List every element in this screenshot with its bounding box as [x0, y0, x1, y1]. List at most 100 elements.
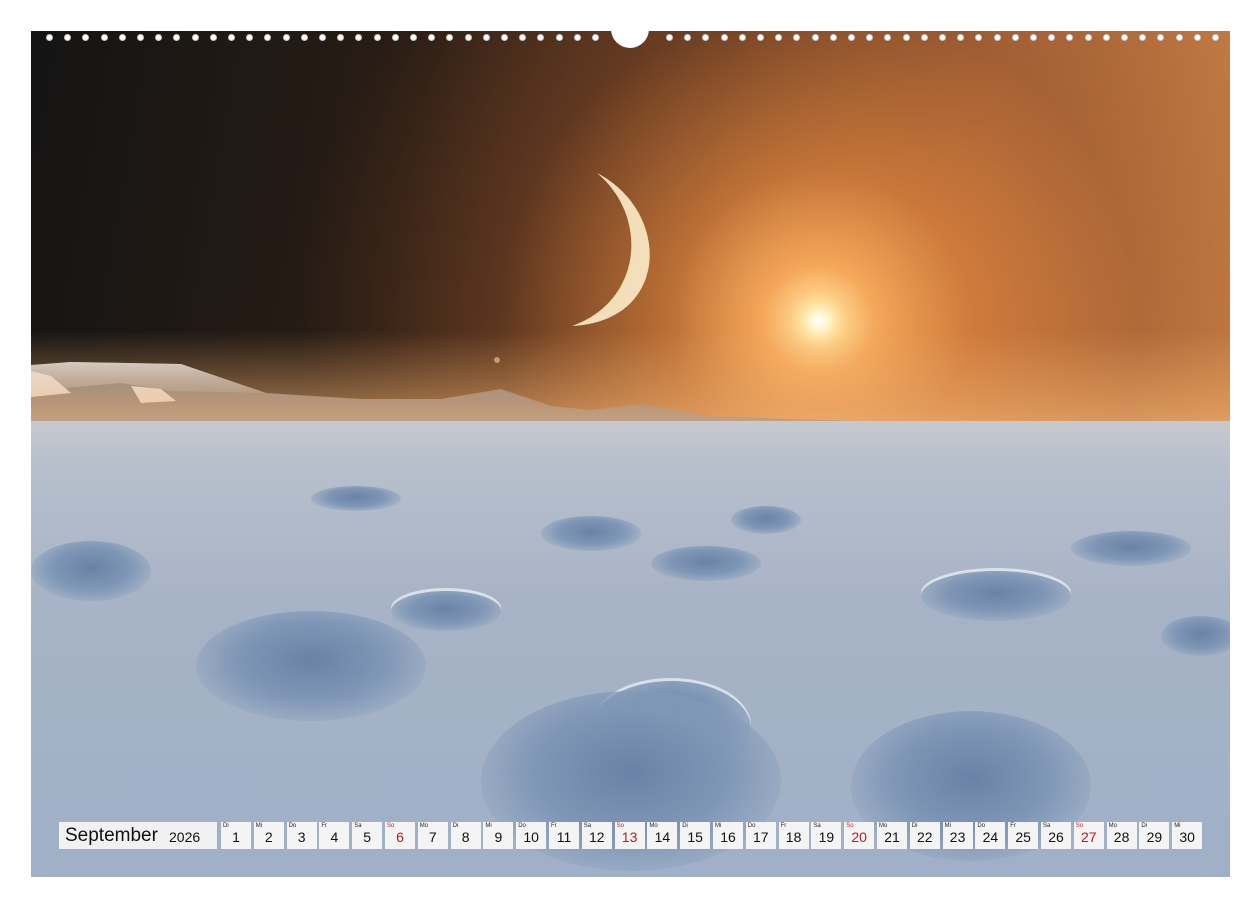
day-cell: Mi 16 — [713, 822, 743, 849]
day-cell: Do 3 — [286, 822, 317, 849]
binding-hole-icon — [1102, 34, 1110, 41]
binding-hole-icon — [1048, 34, 1056, 41]
day-cell: Mi 30 — [1172, 822, 1203, 849]
binding-hole-icon — [501, 34, 508, 41]
day-cell: Mi 2 — [253, 822, 284, 849]
day-cell: So 13 — [614, 822, 645, 849]
day-number: 1 — [232, 829, 240, 845]
binding-hole-icon — [446, 34, 454, 41]
day-number: 30 — [1179, 829, 1195, 845]
day-cell: Sa 26 — [1041, 822, 1071, 849]
binding-hole-icon — [866, 34, 874, 41]
day-cell: Sa 12 — [581, 822, 612, 849]
day-number: 11 — [556, 829, 572, 845]
day-cell: Di 15 — [680, 822, 711, 849]
binding-hole-icon — [191, 34, 199, 41]
day-cell: Do 24 — [975, 822, 1006, 849]
binding-hole-icon — [209, 34, 217, 41]
day-number: 21 — [884, 829, 900, 845]
day-cell: Fr 25 — [1008, 822, 1039, 849]
binding-hole-icon — [592, 34, 599, 41]
binding-hole-icon — [993, 34, 1001, 41]
binding-hole-icon — [391, 34, 399, 41]
binding-hole-icon — [64, 34, 72, 41]
binding-hole-icon — [246, 34, 254, 41]
binding-hole-icon — [1157, 34, 1165, 41]
day-number: 22 — [917, 829, 933, 845]
binding-hole-icon — [666, 34, 673, 41]
binding-hole-icon — [373, 34, 381, 41]
binding-hole-icon — [82, 34, 90, 41]
day-cell: Sa 19 — [811, 822, 842, 849]
binding-hole-icon — [793, 34, 801, 41]
binding-hole-icon — [428, 34, 436, 41]
snow-crater — [541, 516, 641, 551]
day-number: 6 — [396, 829, 404, 845]
day-number: 14 — [654, 829, 671, 845]
binding-hole-icon — [775, 34, 783, 41]
snow-crater — [311, 486, 401, 511]
day-number: 4 — [330, 829, 339, 845]
binding-hole-icon — [173, 34, 181, 41]
binding-hole-icon — [355, 34, 363, 41]
day-number: 8 — [461, 829, 470, 845]
binding-hole-icon — [337, 34, 345, 41]
day-number: 13 — [621, 829, 638, 845]
day-number: 7 — [428, 829, 437, 845]
binding-hole-icon — [137, 34, 144, 41]
binding-hole-icon — [1030, 34, 1037, 41]
day-number: 23 — [949, 829, 966, 845]
binding-hole-icon — [46, 34, 53, 41]
day-cell: Fr 4 — [319, 822, 350, 849]
snow-crater — [921, 571, 1071, 621]
binding-hole-icon — [410, 34, 417, 41]
binding-hole-icon — [920, 34, 928, 41]
day-number: 26 — [1048, 829, 1064, 845]
binding-hole-icon — [319, 34, 326, 41]
day-number: 29 — [1146, 829, 1163, 845]
binding-hole-icon — [300, 34, 308, 41]
day-cell: Mo 21 — [877, 822, 907, 849]
snow-crater — [196, 611, 426, 721]
binding-hole-icon — [1066, 34, 1074, 41]
snow-crater — [651, 546, 761, 581]
binding-hole-icon — [118, 34, 126, 41]
day-number: 24 — [982, 829, 999, 845]
day-cell: Mi 9 — [483, 822, 514, 849]
day-number: 10 — [523, 829, 539, 845]
day-cell: Di 8 — [450, 822, 481, 849]
snow-crater — [391, 591, 501, 631]
binding-hole-icon — [957, 34, 965, 41]
snow-field — [31, 421, 1230, 877]
snow-crater — [31, 541, 151, 601]
day-number: 5 — [363, 829, 372, 845]
day-cell: Sa 5 — [352, 822, 383, 849]
binding-hole-icon — [1084, 34, 1092, 41]
calendar-page: September 2026 Di 1 Mi 2 Do 3 Fr 4 Sa 5 So 6 Mo 7 Di 8 M… — [0, 0, 1260, 908]
day-cell: So 6 — [385, 822, 415, 849]
day-cell: Di 22 — [909, 822, 940, 849]
binding-hole-icon — [1193, 34, 1201, 41]
day-number: 19 — [818, 829, 835, 845]
day-cell: So 20 — [844, 822, 875, 849]
day-number: 17 — [753, 829, 769, 845]
binding-hole-icon — [555, 34, 563, 41]
day-cell: Di 1 — [221, 822, 251, 849]
binding-hole-icon — [573, 34, 581, 41]
snow-crater — [1161, 616, 1230, 656]
day-cell: Fr 18 — [778, 822, 809, 849]
snow-crater — [1071, 531, 1191, 566]
month-label: September 2026 — [59, 822, 217, 849]
month-year: 2026 — [169, 829, 201, 845]
day-number: 28 — [1113, 829, 1130, 845]
month-name: September — [65, 825, 158, 846]
binding-hole-icon — [757, 34, 764, 41]
binding-hole-icon — [848, 34, 855, 41]
binding-hole-icon — [228, 34, 235, 41]
binding-hole-icon — [264, 34, 272, 41]
binding-hole-icon — [939, 34, 946, 41]
binding-hole-icon — [702, 34, 710, 41]
landscape-photo: September 2026 Di 1 Mi 2 Do 3 Fr 4 Sa 5 So 6 Mo 7 Di 8 M… — [31, 31, 1230, 877]
binding-hole-icon — [1121, 34, 1128, 41]
day-number: 25 — [1015, 829, 1031, 845]
